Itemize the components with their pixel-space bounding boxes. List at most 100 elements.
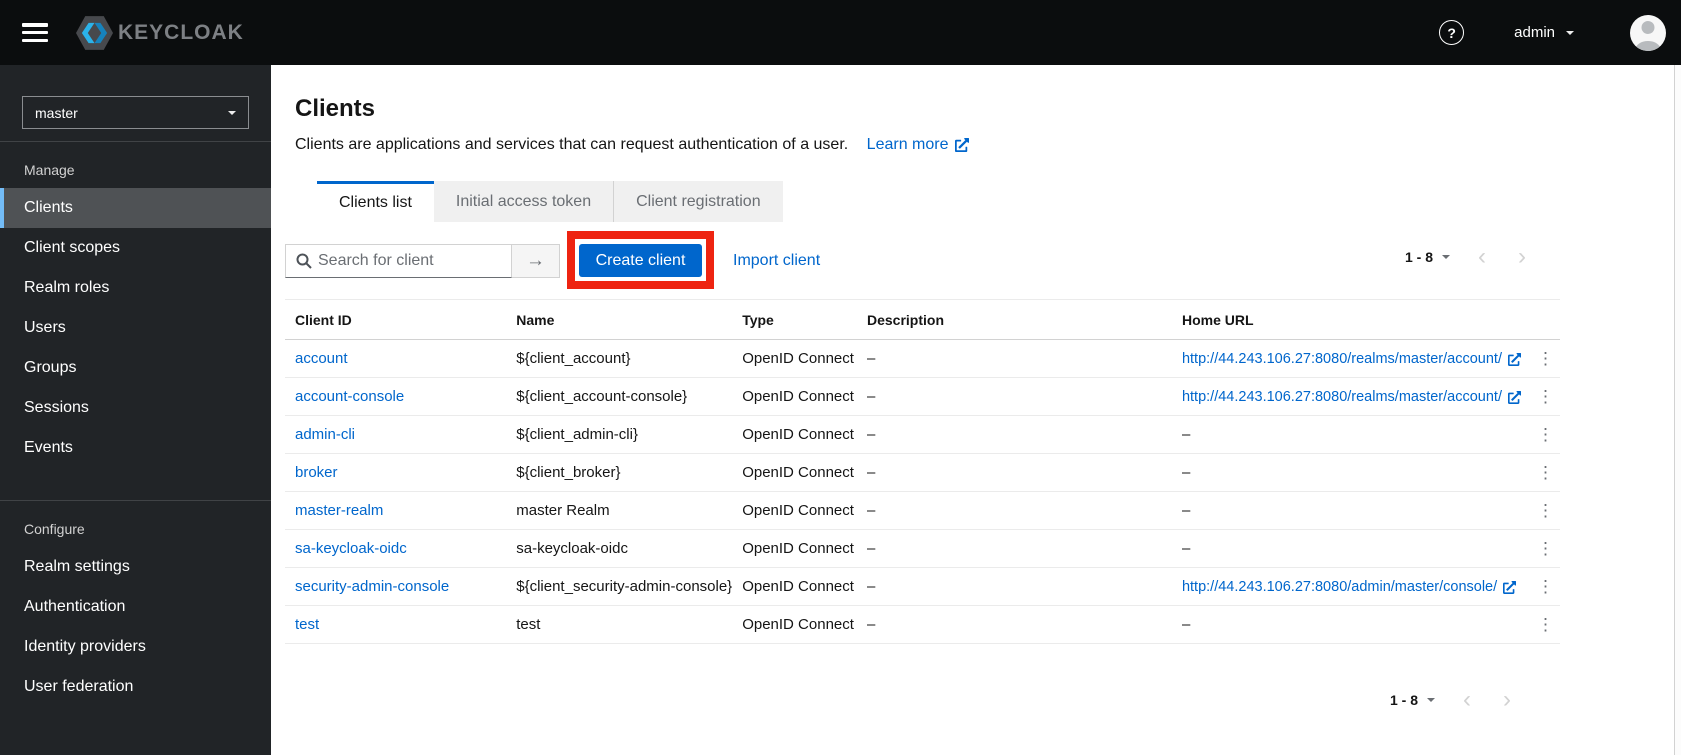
search-submit-button[interactable]: → <box>512 244 560 278</box>
client-type: OpenID Connect <box>732 491 857 530</box>
sidebar-item-users[interactable]: Users <box>0 308 271 348</box>
search-input[interactable] <box>318 245 508 277</box>
chevron-down-icon <box>1427 698 1436 702</box>
client-type: OpenID Connect <box>732 415 857 454</box>
client-type: OpenID Connect <box>732 377 857 416</box>
pagination-next-button[interactable]: › <box>1514 245 1530 269</box>
kebab-menu-button[interactable]: ⋮ <box>1531 462 1560 483</box>
sidebar: master Manage Clients Client scopes Realm r… <box>0 65 271 755</box>
external-link-icon <box>954 137 969 152</box>
client-id-link[interactable]: broker <box>295 464 338 481</box>
chevron-left-icon: ‹ <box>1478 243 1487 270</box>
help-icon[interactable]: ? <box>1439 20 1465 45</box>
sidebar-item-user-federation[interactable]: User federation <box>0 667 271 707</box>
client-name: test <box>506 605 733 644</box>
chevron-right-icon: › <box>1503 686 1512 713</box>
kebab-menu-button[interactable]: ⋮ <box>1531 348 1560 369</box>
client-name: ${client_account-console} <box>506 377 733 416</box>
client-name: ${client_admin-cli} <box>506 415 733 454</box>
import-client-link[interactable]: Import client <box>733 252 820 270</box>
client-type: OpenID Connect <box>732 529 857 568</box>
home-url-link[interactable]: http://44.243.106.27:8080/realms/master/… <box>1182 351 1522 367</box>
table-row-test: test test OpenID Connect – – ⋮ <box>285 605 1560 644</box>
client-id-link[interactable]: security-admin-console <box>295 578 449 595</box>
annotation-highlight-rectangle: Create client <box>567 231 714 289</box>
pagination-next-button[interactable]: › <box>1499 688 1515 712</box>
help-glyph: ? <box>1447 24 1456 41</box>
column-header-type: Type <box>732 299 857 340</box>
sidebar-item-events[interactable]: Events <box>0 428 271 468</box>
client-type: OpenID Connect <box>732 605 857 644</box>
topbar-right: ? admin <box>1439 14 1666 51</box>
scrollbar[interactable] <box>1674 65 1681 755</box>
sidebar-item-client-scopes[interactable]: Client scopes <box>0 228 271 268</box>
kebab-menu-button[interactable]: ⋮ <box>1531 386 1560 407</box>
realm-selector-section: master <box>0 65 271 142</box>
pagination-top: 1 - 8 ‹ › <box>1405 245 1530 269</box>
keycloak-logo-text: KEYCLOAK <box>118 20 244 44</box>
avatar[interactable] <box>1630 14 1666 51</box>
client-id-link[interactable]: master-realm <box>295 502 383 519</box>
client-description: – <box>856 529 1172 568</box>
pagination-bottom: 1 - 8 ‹ › <box>1390 688 1515 712</box>
home-url-link[interactable]: http://44.243.106.27:8080/realms/master/… <box>1182 389 1522 405</box>
client-description: – <box>856 567 1172 606</box>
home-url-empty: – <box>1171 415 1521 454</box>
client-id-link[interactable]: sa-keycloak-oidc <box>295 540 407 557</box>
kebab-menu-button[interactable]: ⋮ <box>1531 614 1560 635</box>
client-name: ${client_account} <box>506 339 733 378</box>
table-row-master-realm: master-realm master Realm OpenID Connect – –… <box>285 491 1560 530</box>
kebab-menu-button[interactable]: ⋮ <box>1531 538 1560 559</box>
kebab-menu-button[interactable]: ⋮ <box>1531 424 1560 445</box>
sidebar-item-clients[interactable]: Clients <box>0 188 271 228</box>
nav-divider <box>0 500 271 501</box>
tab-clients-list[interactable]: Clients list <box>317 181 434 222</box>
client-name: ${client_security-admin-console} <box>506 567 733 606</box>
sidebar-item-realm-settings[interactable]: Realm settings <box>0 547 271 587</box>
tab-initial-access-token[interactable]: Initial access token <box>433 181 614 222</box>
user-menu-dropdown[interactable]: admin <box>1514 24 1574 41</box>
sidebar-item-sessions[interactable]: Sessions <box>0 388 271 428</box>
client-id-link[interactable]: account-console <box>295 388 404 405</box>
nav-group-title-manage: Manage <box>24 162 75 178</box>
pagination-prev-button[interactable]: ‹ <box>1459 688 1475 712</box>
kebab-menu-button[interactable]: ⋮ <box>1531 576 1560 597</box>
client-description: – <box>856 415 1172 454</box>
sidebar-item-groups[interactable]: Groups <box>0 348 271 388</box>
table-row-security-admin-console: security-admin-console ${client_security-… <box>285 567 1560 606</box>
chevron-down-icon <box>1442 255 1451 259</box>
arrow-right-icon: → <box>526 250 545 271</box>
learn-more-link[interactable]: Learn more <box>867 136 969 154</box>
client-description: – <box>856 491 1172 530</box>
table-row-sa-keycloak-oidc: sa-keycloak-oidc sa-keycloak-oidc OpenID C… <box>285 529 1560 568</box>
kebab-menu-button[interactable]: ⋮ <box>1531 500 1560 521</box>
client-description: – <box>856 339 1172 378</box>
client-id-link[interactable]: admin-cli <box>295 426 355 443</box>
external-link-icon <box>1503 580 1517 594</box>
nav-group-title-configure: Configure <box>24 521 85 537</box>
tab-client-registration[interactable]: Client registration <box>613 181 783 222</box>
search-group: → <box>285 244 560 278</box>
client-type: OpenID Connect <box>732 339 857 378</box>
home-url-link[interactable]: http://44.243.106.27:8080/admin/master/c… <box>1182 579 1517 595</box>
hamburger-menu-button[interactable] <box>22 23 48 42</box>
chevron-left-icon: ‹ <box>1463 686 1472 713</box>
page-description: Clients are applications and services th… <box>295 136 969 154</box>
table-row-admin-cli: admin-cli ${client_admin-cli} OpenID Conne… <box>285 415 1560 454</box>
sidebar-item-identity-providers[interactable]: Identity providers <box>0 627 271 667</box>
client-id-link[interactable]: account <box>295 350 348 367</box>
pagination-range-dropdown[interactable]: 1 - 8 <box>1390 692 1436 708</box>
tab-bar: Clients list Initial access token Client r… <box>317 181 783 222</box>
client-id-link[interactable]: test <box>295 616 319 633</box>
pagination-range-dropdown[interactable]: 1 - 8 <box>1405 249 1451 265</box>
pagination-prev-button[interactable]: ‹ <box>1474 245 1490 269</box>
create-client-button[interactable]: Create client <box>579 244 702 277</box>
home-url-empty: – <box>1171 529 1521 568</box>
keycloak-logo-icon <box>76 15 113 50</box>
client-type: OpenID Connect <box>732 567 857 606</box>
sidebar-item-realm-roles[interactable]: Realm roles <box>0 268 271 308</box>
realm-selector[interactable]: master <box>22 96 249 129</box>
client-description: – <box>856 377 1172 416</box>
client-description: – <box>856 453 1172 492</box>
sidebar-item-authentication[interactable]: Authentication <box>0 587 271 627</box>
